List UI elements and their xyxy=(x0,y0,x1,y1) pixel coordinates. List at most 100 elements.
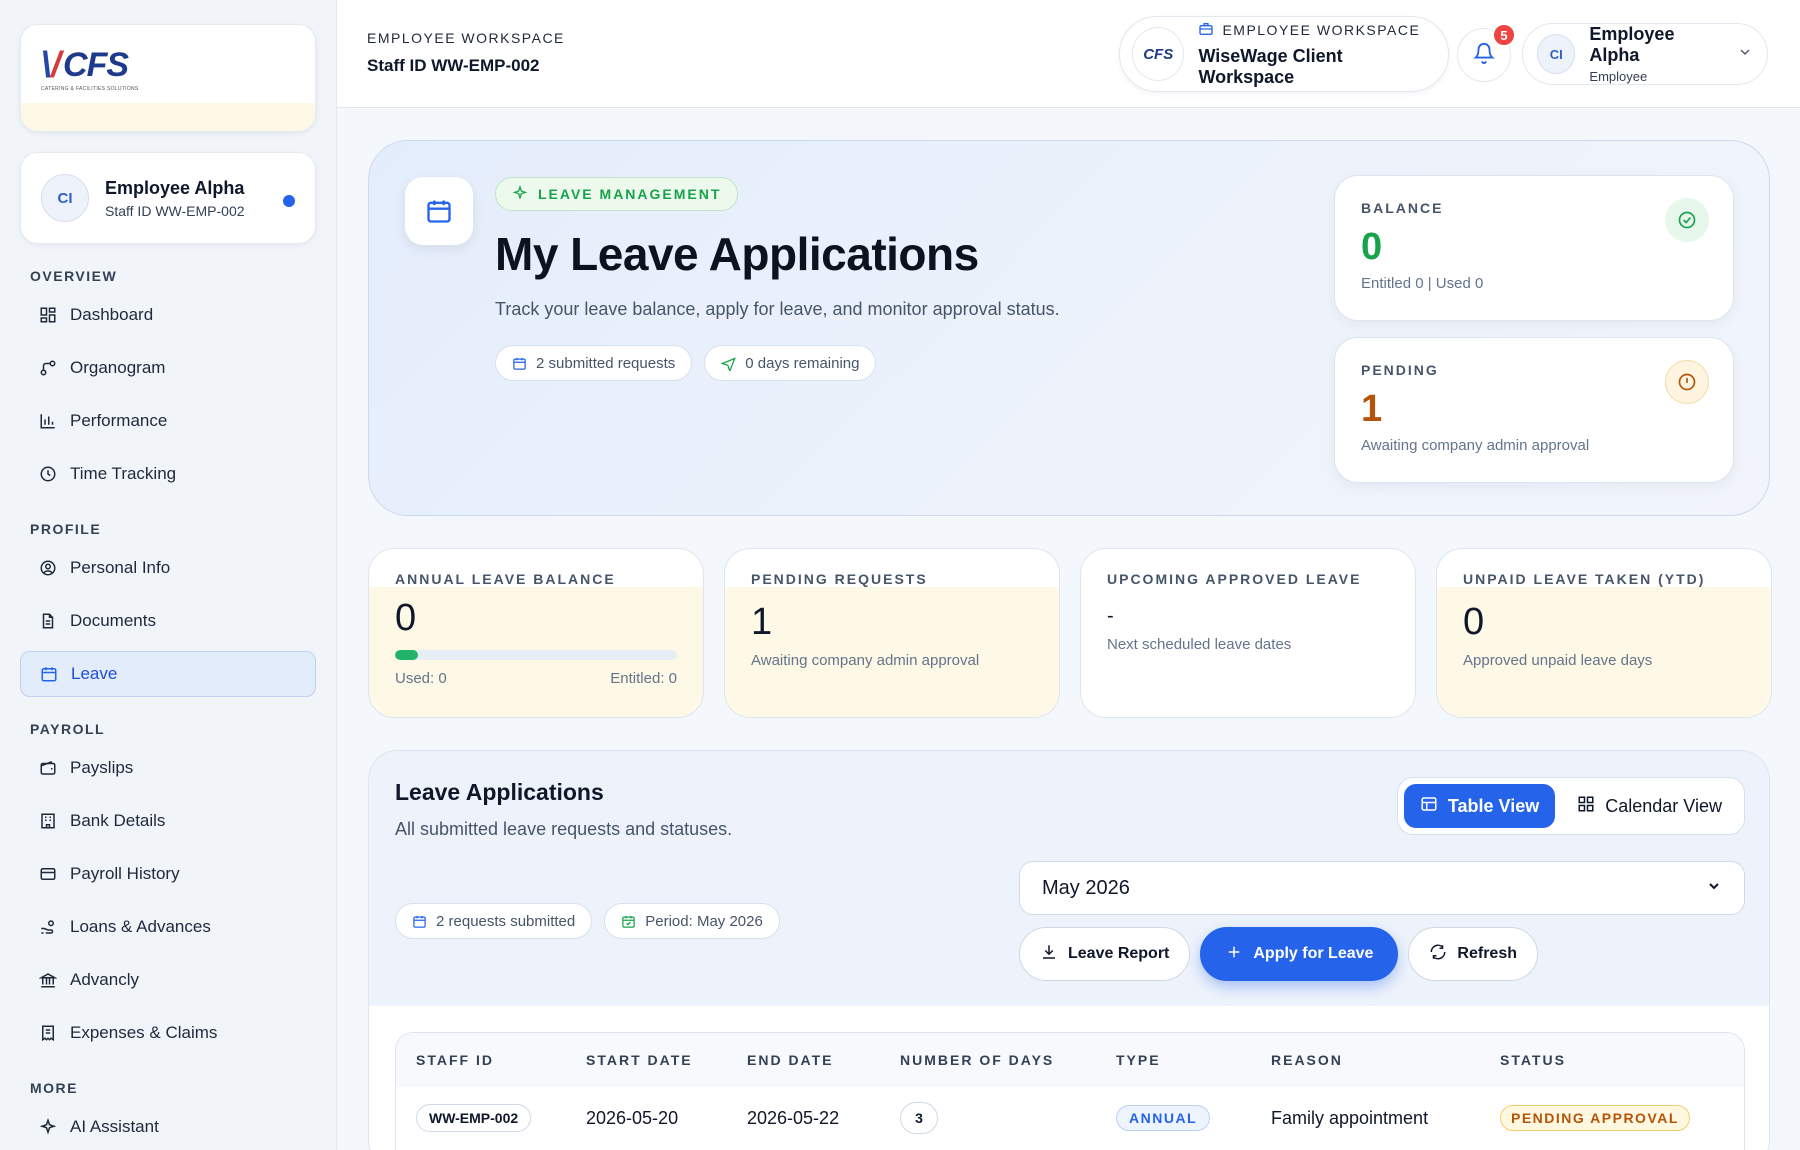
view-label: Table View xyxy=(1447,795,1540,816)
staff-id-pill: WW-EMP-002 xyxy=(416,1104,532,1132)
sparkle-icon xyxy=(512,184,528,204)
sidebar-item-documents[interactable]: Documents xyxy=(20,598,316,644)
notifications-button[interactable]: 5 xyxy=(1457,23,1516,82)
table-row[interactable]: WW-EMP-002 2026-05-20 2026-05-22 3 ANNUA… xyxy=(396,1087,1744,1149)
card-value: - xyxy=(1107,605,1114,627)
avatar: CI xyxy=(1537,34,1576,74)
sidebar-item-label: Leave xyxy=(71,664,118,683)
sidebar-item-label: Payroll History xyxy=(70,864,180,883)
client-name: WiseWage Client Workspace xyxy=(1198,45,1343,87)
column-header[interactable]: TYPE xyxy=(1116,1052,1271,1068)
sidebar-item-organogram[interactable]: Organogram xyxy=(20,345,316,391)
sidebar-user-card[interactable]: CI Employee Alpha Staff ID WW-EMP-002 xyxy=(20,152,316,244)
apply-for-leave-button[interactable]: Apply for Leave xyxy=(1200,927,1399,981)
card-note: Awaiting company admin approval xyxy=(751,652,980,669)
calendar-icon xyxy=(512,356,527,371)
sidebar-item-payslips[interactable]: Payslips xyxy=(20,745,316,791)
sidebar-user-name: Employee Alpha xyxy=(105,177,245,198)
chip-label: Period: May 2026 xyxy=(645,912,763,930)
sidebar-item-label: Payslips xyxy=(70,758,134,777)
card-value: 0 xyxy=(395,597,417,639)
days-pill: 3 xyxy=(900,1102,938,1134)
plane-icon xyxy=(721,356,737,371)
sidebar: \/CFS CATERING & FACILITIES SOLUTIONS CI… xyxy=(0,0,337,1150)
table-view-button[interactable]: Table View xyxy=(1403,784,1556,828)
grid-icon xyxy=(1577,795,1595,818)
sidebar-item-label: Dashboard xyxy=(70,305,154,324)
user-circle-icon xyxy=(38,558,58,578)
leave-usage-progress xyxy=(395,650,677,660)
calendar-icon xyxy=(39,664,59,684)
profile-name: Employee Alpha xyxy=(1589,24,1675,65)
column-header[interactable]: NUMBER OF DAYS xyxy=(900,1052,1116,1068)
button-label: Leave Report xyxy=(1068,945,1170,962)
nav-section-overview: OVERVIEW Dashboard Organogram Performanc… xyxy=(20,268,316,497)
sidebar-item-personal-info[interactable]: Personal Info xyxy=(20,545,316,591)
card-label: ANNUAL LEAVE BALANCE xyxy=(395,571,616,587)
sidebar-item-bank-details[interactable]: Bank Details xyxy=(20,798,316,844)
card-icon xyxy=(38,864,58,884)
brand-tagline: CATERING & FACILITIES SOLUTIONS xyxy=(41,86,139,92)
sidebar-item-payroll-history[interactable]: Payroll History xyxy=(20,851,316,897)
leave-applications-panel: Leave Applications All submitted leave r… xyxy=(368,750,1770,1150)
table-header: STAFF ID START DATE END DATE NUMBER OF D… xyxy=(396,1033,1744,1087)
sidebar-item-time-tracking[interactable]: Time Tracking xyxy=(20,451,316,497)
online-status-dot xyxy=(283,195,295,207)
sidebar-item-label: AI Assistant xyxy=(70,1117,159,1136)
brand-logo-card[interactable]: \/CFS CATERING & FACILITIES SOLUTIONS xyxy=(20,24,316,132)
organogram-icon xyxy=(38,358,58,378)
column-header[interactable]: START DATE xyxy=(586,1052,747,1068)
column-header[interactable]: STATUS xyxy=(1500,1052,1744,1068)
pending-card: PENDING 1 Awaiting company admin approva… xyxy=(1334,337,1734,483)
briefcase-icon xyxy=(1198,21,1214,40)
nav-section-payroll: PAYROLL Payslips Bank Details Payroll Hi… xyxy=(20,721,316,1056)
sidebar-item-expenses-claims[interactable]: Expenses & Claims xyxy=(20,1010,316,1056)
card-value: 0 xyxy=(1463,601,1485,643)
sidebar-item-dashboard[interactable]: Dashboard xyxy=(20,292,316,338)
sidebar-item-label: Performance xyxy=(70,411,168,430)
card-label: UNPAID LEAVE TAKEN (YTD) xyxy=(1463,571,1706,587)
nav-section-profile: PROFILE Personal Info Documents Leave xyxy=(20,521,316,697)
chip-label: 0 days remaining xyxy=(745,354,860,372)
sidebar-item-performance[interactable]: Performance xyxy=(20,398,316,444)
sidebar-item-advancly[interactable]: Advancly xyxy=(20,957,316,1003)
nav-section-more: MORE AI Assistant xyxy=(20,1080,316,1150)
notification-count-badge: 5 xyxy=(1492,23,1516,47)
leave-hero: LEAVE MANAGEMENT My Leave Applications T… xyxy=(368,140,1770,516)
section-description: All submitted leave requests and statuse… xyxy=(395,819,733,839)
leave-table-container: STAFF ID START DATE END DATE NUMBER OF D… xyxy=(369,1006,1769,1150)
sidebar-item-label: Bank Details xyxy=(70,811,166,830)
balance-label: BALANCE xyxy=(1361,200,1444,216)
plus-icon xyxy=(1225,943,1243,966)
chip-label: 2 submitted requests xyxy=(536,354,676,372)
card-label: PENDING REQUESTS xyxy=(751,571,928,587)
sidebar-user-staff-id: Staff ID WW-EMP-002 xyxy=(105,202,245,219)
card-value: 1 xyxy=(751,601,773,643)
workspace-label: EMPLOYEE WORKSPACE xyxy=(367,30,565,46)
leave-report-button[interactable]: Leave Report xyxy=(1019,927,1191,981)
avatar: CI xyxy=(41,174,89,222)
document-icon xyxy=(38,611,58,631)
reason: Family appointment xyxy=(1271,1107,1429,1128)
client-workspace-switcher[interactable]: CFS EMPLOYEE WORKSPACE WiseWage Client W… xyxy=(1119,16,1449,92)
pending-label: PENDING xyxy=(1361,362,1439,378)
sidebar-item-loans-advances[interactable]: Loans & Advances xyxy=(20,904,316,950)
sidebar-item-label: Organogram xyxy=(70,358,166,377)
refresh-button[interactable]: Refresh xyxy=(1408,927,1538,981)
column-header[interactable]: END DATE xyxy=(747,1052,900,1068)
sidebar-item-ai-assistant[interactable]: AI Assistant xyxy=(20,1104,316,1150)
column-header[interactable]: REASON xyxy=(1271,1052,1500,1068)
hand-coins-icon xyxy=(38,917,58,937)
profile-menu[interactable]: CI Employee Alpha Employee xyxy=(1522,23,1768,85)
column-header[interactable]: STAFF ID xyxy=(396,1052,586,1068)
page-title: My Leave Applications xyxy=(495,228,979,280)
receipt-icon xyxy=(38,1023,58,1043)
balance-card: BALANCE 0 Entitled 0 | Used 0 xyxy=(1334,175,1734,321)
client-logo: CFS xyxy=(1132,27,1185,81)
month-select[interactable]: May 2026 xyxy=(1019,861,1745,915)
calendar-view-button[interactable]: Calendar View xyxy=(1561,784,1738,828)
top-bar: EMPLOYEE WORKSPACE Staff ID WW-EMP-002 C… xyxy=(337,0,1800,108)
sidebar-item-leave[interactable]: Leave xyxy=(20,651,316,697)
bell-icon xyxy=(1472,42,1496,69)
building-icon xyxy=(38,811,58,831)
